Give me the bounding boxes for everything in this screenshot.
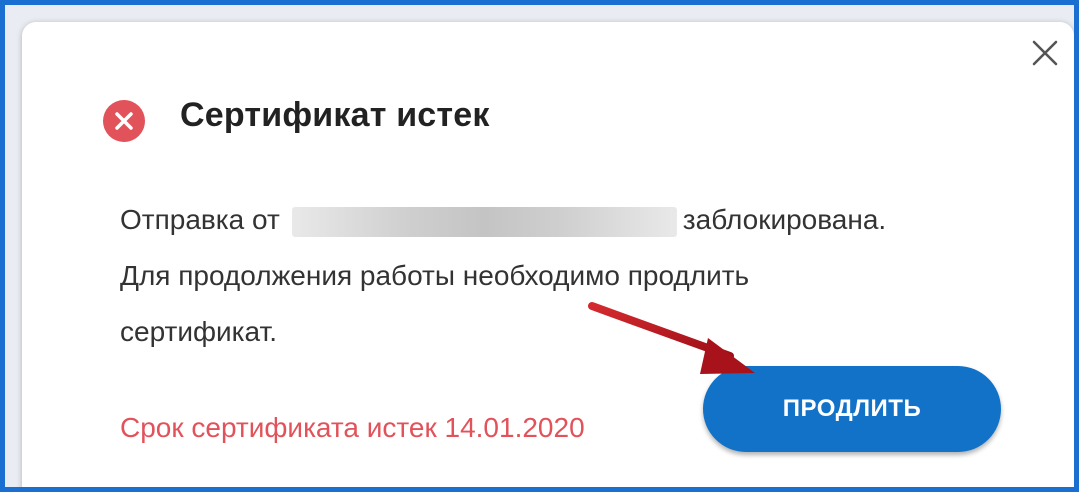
message-line-1: Отправка от заблокирована. bbox=[120, 192, 1000, 248]
expiry-date-text: Срок сертификата истек 14.01.2020 bbox=[120, 412, 585, 443]
dialog-title: Сертификат истек bbox=[180, 96, 490, 134]
message-line-2: Для продолжения работы необходимо продли… bbox=[120, 260, 750, 291]
message-prefix: Отправка от bbox=[120, 204, 280, 235]
message-line-3: сертификат. bbox=[120, 316, 277, 347]
renew-button[interactable]: ПРОДЛИТЬ bbox=[703, 366, 1001, 452]
message-suffix: заблокирована. bbox=[682, 204, 887, 235]
close-icon bbox=[1030, 38, 1060, 73]
redacted-sender bbox=[291, 206, 677, 237]
close-button[interactable] bbox=[1021, 31, 1069, 79]
dialog-message: Отправка от заблокирована. Для продолжени… bbox=[120, 192, 1000, 360]
error-icon bbox=[102, 99, 146, 143]
